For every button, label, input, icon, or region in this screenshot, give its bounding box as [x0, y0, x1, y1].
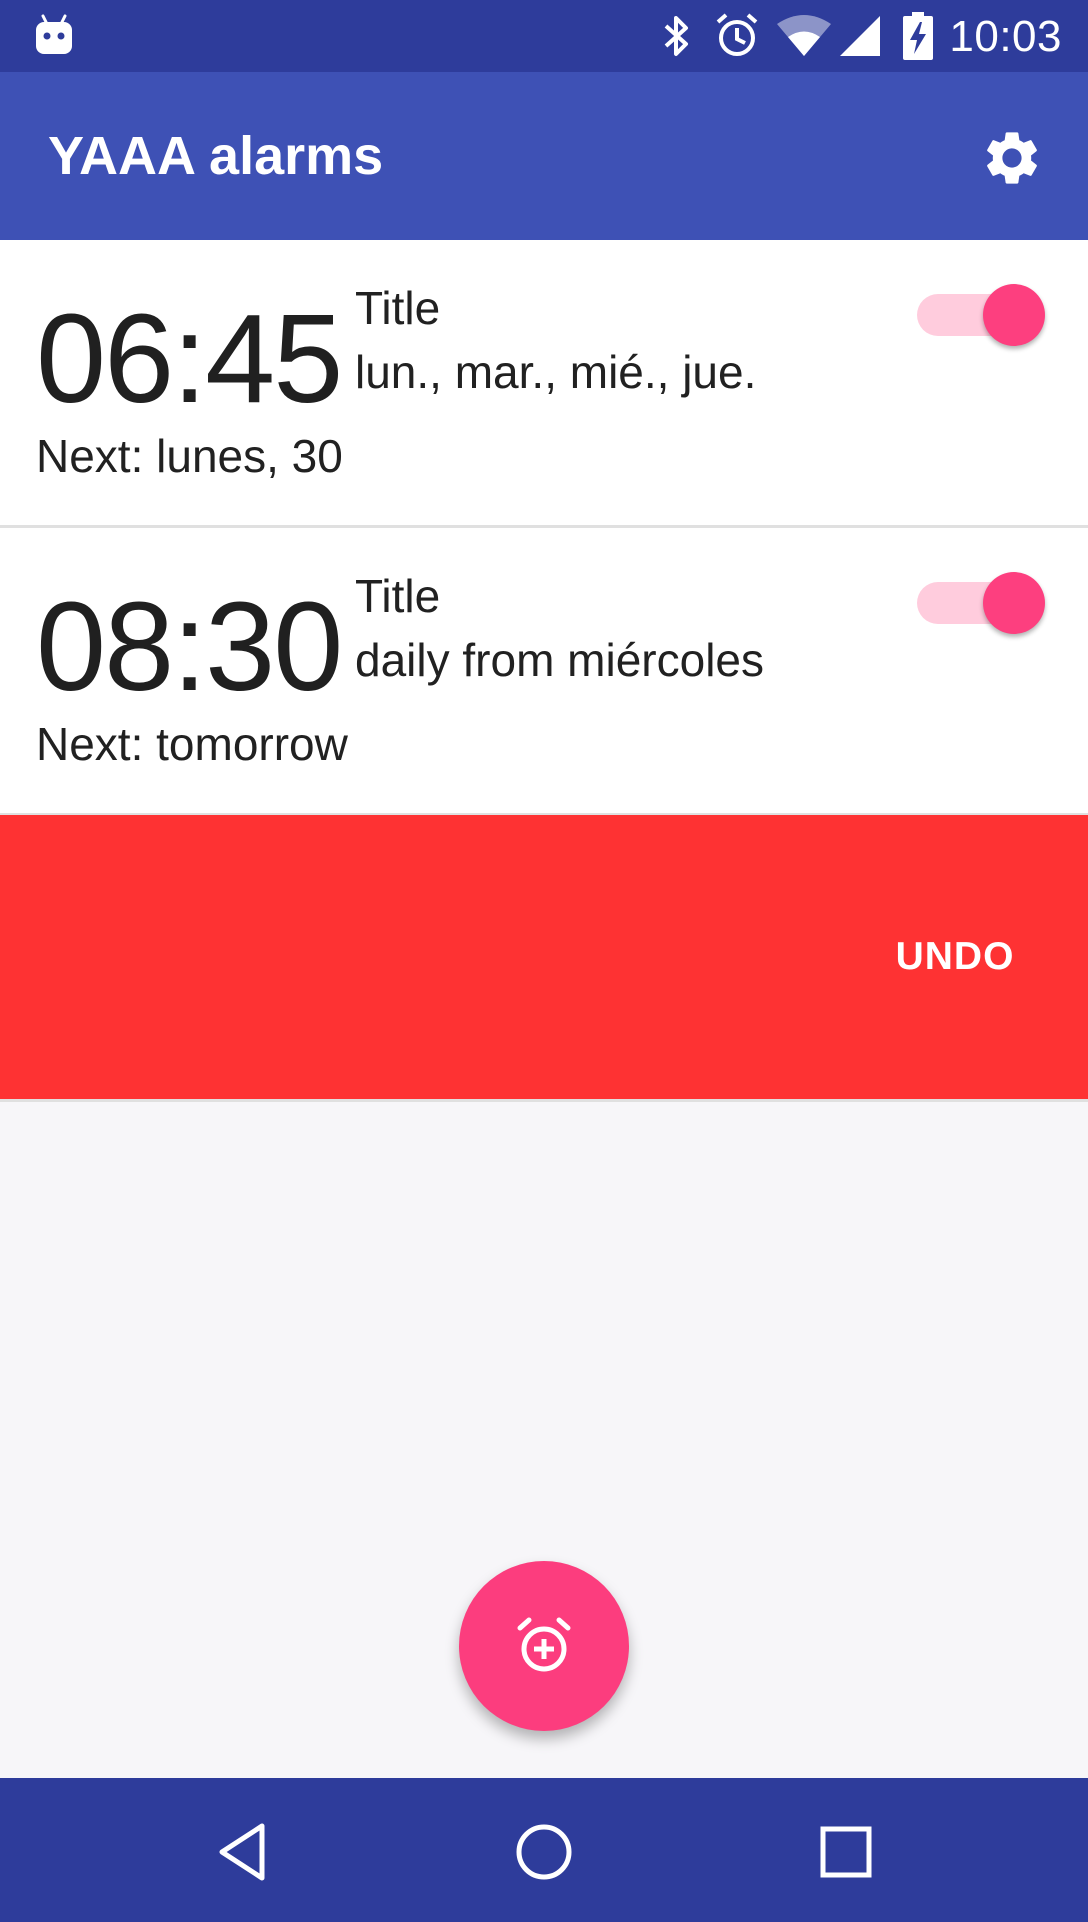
status-clock: 10:03 — [949, 12, 1062, 61]
recents-icon — [814, 1826, 878, 1888]
recents-button[interactable] — [814, 1820, 878, 1884]
settings-button[interactable] — [980, 126, 1044, 190]
home-icon — [512, 1824, 576, 1888]
alarm-title: Title — [355, 282, 441, 334]
bluetooth-icon — [662, 12, 692, 65]
back-button[interactable] — [210, 1820, 274, 1884]
toggle-thumb — [983, 572, 1045, 634]
alarm-item[interactable]: 08:30 Title daily from miércoles Next: t… — [0, 528, 1088, 816]
gear-icon — [980, 132, 1044, 194]
alarm-days: daily from miércoles — [355, 634, 764, 686]
alarm-clock-icon — [714, 12, 760, 65]
alarm-enabled-toggle[interactable] — [915, 282, 1045, 346]
alarm-item[interactable]: 06:45 Title lun., mar., mié., jue. Next:… — [0, 240, 1088, 528]
alarm-time[interactable]: 06:45 — [36, 284, 343, 434]
android-notification-icon — [34, 14, 74, 61]
wifi-icon — [775, 12, 833, 65]
page-title: YAAA alarms — [48, 126, 384, 186]
cell-signal-icon — [838, 12, 882, 65]
add-alarm-button[interactable] — [459, 1561, 629, 1731]
home-button[interactable] — [512, 1820, 576, 1884]
alarm-next-occurrence: Next: lunes, 30 — [36, 430, 343, 482]
undo-button[interactable]: UNDO — [880, 927, 1030, 987]
app-bar: YAAA alarms — [0, 72, 1088, 240]
alarm-enabled-toggle[interactable] — [915, 570, 1045, 634]
battery-charging-icon — [902, 12, 934, 67]
alarm-days: lun., mar., mié., jue. — [355, 346, 757, 398]
alarm-time[interactable]: 08:30 — [36, 572, 343, 722]
alarm-title: Title — [355, 570, 441, 622]
back-icon — [210, 1823, 274, 1888]
alarm-next-occurrence: Next: tomorrow — [36, 718, 348, 770]
navigation-bar — [0, 1778, 1088, 1922]
deleted-alarm-undo-bar: UNDO — [0, 815, 1088, 1102]
toggle-thumb — [983, 284, 1045, 346]
status-bar: 10:03 — [0, 0, 1088, 72]
